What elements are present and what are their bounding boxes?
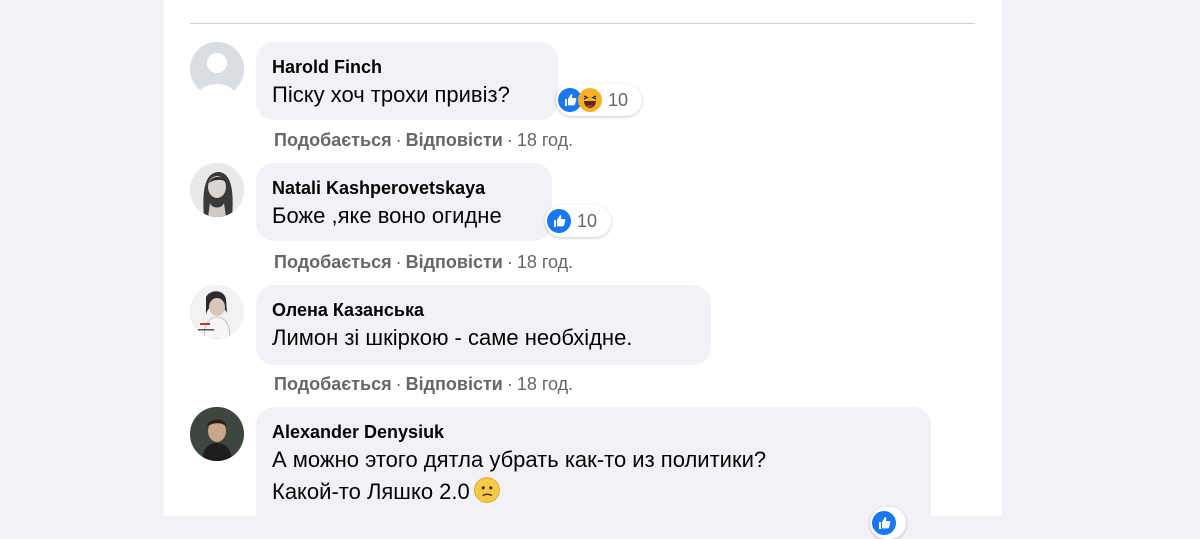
reply-link[interactable]: Відповісти xyxy=(406,252,503,272)
comment-bubble: Natali Kashperovetskaya Боже ,яке воно о… xyxy=(256,163,552,241)
section-divider xyxy=(190,23,975,24)
avatar[interactable] xyxy=(190,407,244,461)
timestamp[interactable]: 18 год. xyxy=(517,374,573,394)
avatar[interactable] xyxy=(190,42,244,96)
like-icon xyxy=(547,209,571,233)
comments-panel: Harold Finch Піску хоч трохи привіз? 10 xyxy=(164,0,1002,539)
comment-text: Боже ,яке воно огидне xyxy=(272,203,502,228)
reactions-badge[interactable]: 10 xyxy=(545,205,611,237)
timestamp[interactable]: 18 год. xyxy=(517,252,573,272)
default-avatar-icon xyxy=(190,42,244,96)
haha-icon xyxy=(578,88,602,112)
reactions-badge[interactable]: 10 xyxy=(556,84,642,116)
avatar[interactable] xyxy=(190,285,244,339)
comment-text-line: Какой-то Ляшко 2.0 xyxy=(272,476,915,508)
comment-text-line: А можно этого дятла убрать как-то из пол… xyxy=(272,447,767,472)
avatar[interactable] xyxy=(190,163,244,217)
man-portrait-avatar-icon xyxy=(190,407,244,461)
previous-content-cutoff xyxy=(190,0,975,2)
comment-author[interactable]: Alexander Denysiuk xyxy=(272,420,915,444)
comment-text-fragment: Какой-то Ляшко 2.0 xyxy=(272,479,470,504)
comment-actions: Подобається · Відповісти · 18 год. xyxy=(274,252,574,272)
comment-actions: Подобається · Відповісти · 18 год. xyxy=(274,130,574,150)
comment-bubble: Alexander Denysiuk А можно этого дятла у… xyxy=(256,407,931,537)
woman-portrait-avatar-icon xyxy=(190,163,244,217)
comment-author[interactable]: Natali Kashperovetskaya xyxy=(272,176,536,200)
comment-bubble: Harold Finch Піску хоч трохи привіз? xyxy=(256,42,558,120)
reply-link[interactable]: Відповісти xyxy=(406,374,503,394)
comment-author[interactable]: Олена Казанська xyxy=(272,298,695,322)
like-link[interactable]: Подобається xyxy=(274,374,392,394)
like-icon xyxy=(872,511,896,535)
woman-profile-avatar-icon xyxy=(190,285,244,339)
comment-author[interactable]: Harold Finch xyxy=(272,55,542,79)
comment-actions: Подобається · Відповісти · 18 год. xyxy=(274,374,574,394)
timestamp[interactable]: 18 год. xyxy=(517,130,573,150)
confused-face-icon xyxy=(473,477,500,503)
reply-link[interactable]: Відповісти xyxy=(406,130,503,150)
reaction-count: 10 xyxy=(608,89,629,110)
comment-bubble: Олена Казанська Лимон зі шкіркою - саме … xyxy=(256,285,711,365)
comment-text: Лимон зі шкіркою - саме необхідне. xyxy=(272,325,633,350)
reaction-count: 10 xyxy=(577,210,598,231)
like-link[interactable]: Подобається xyxy=(274,252,392,272)
comment-text: Піску хоч трохи привіз? xyxy=(272,82,510,107)
like-link[interactable]: Подобається xyxy=(274,130,392,150)
reactions-badge-partial[interactable] xyxy=(870,507,906,539)
